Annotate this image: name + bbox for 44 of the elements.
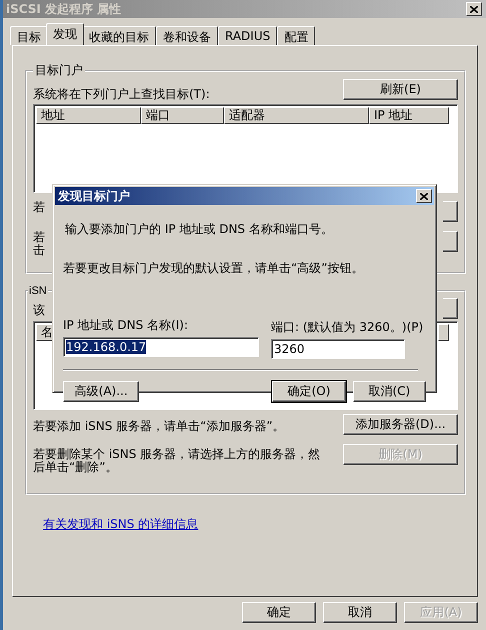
tab[interactable]: 发现 bbox=[46, 23, 84, 45]
close-button[interactable] bbox=[466, 2, 482, 16]
dialog-button[interactable]: 确定(O) bbox=[272, 381, 346, 402]
column-header[interactable]: 名 bbox=[36, 324, 53, 341]
ip-address-field[interactable]: 192.168.0.17 bbox=[63, 337, 259, 357]
dialog-button[interactable]: 取消(C) bbox=[352, 381, 426, 402]
field-label: 端口: (默认值为 3260。)(P) bbox=[271, 319, 424, 336]
dialog-button[interactable]: 高级(A)... bbox=[63, 381, 140, 402]
refresh-button[interactable]: 刷新(E) bbox=[343, 79, 458, 100]
column-header[interactable]: 端口 bbox=[141, 107, 224, 124]
footer-button[interactable]: 确定 bbox=[242, 602, 316, 623]
hint-text: 若要添加 iSNS 服务器，请单击“添加服务器”。 bbox=[33, 420, 285, 433]
tab[interactable]: 卷和设备 bbox=[156, 26, 218, 45]
close-button[interactable] bbox=[416, 189, 432, 203]
details-link[interactable]: 有关发现和 iSNS 的详细信息 bbox=[43, 516, 198, 533]
list-label: 系统将在下列门户上查找目标(T): bbox=[33, 86, 210, 103]
hint-text: 若 bbox=[33, 201, 45, 214]
tab[interactable]: 配置 bbox=[277, 26, 316, 45]
tab[interactable]: 收藏的目标 bbox=[82, 26, 156, 45]
footer-button[interactable]: 取消 bbox=[323, 602, 397, 623]
add-server-button[interactable]: 添加服务器(D)... bbox=[343, 414, 458, 435]
close-icon bbox=[420, 192, 428, 200]
column-header[interactable]: 地址 bbox=[36, 107, 141, 124]
dialog-title: 发现目标门户 bbox=[58, 188, 130, 204]
column-header[interactable]: IP 地址 bbox=[369, 107, 449, 124]
column-header[interactable]: 适配器 bbox=[224, 107, 369, 124]
close-icon bbox=[470, 6, 478, 12]
port-field[interactable]: 3260 bbox=[271, 339, 405, 359]
instruction-text: 若要更改目标门户发现的默认设置，请单击“高级”按钮。 bbox=[63, 260, 364, 277]
refresh-isns-button[interactable] bbox=[443, 298, 458, 319]
field-label: IP 地址或 DNS 名称(I): bbox=[63, 317, 189, 334]
remove-portal-button[interactable] bbox=[443, 231, 458, 252]
column-header[interactable] bbox=[438, 324, 449, 341]
add-portal-button[interactable] bbox=[443, 201, 458, 222]
list-label: 该 bbox=[33, 302, 45, 319]
hint-text: 若 bbox=[33, 231, 45, 244]
hint-text: 若要删除某个 iSNS 服务器，请选择上方的服务器，然后单击“删除”。 bbox=[33, 448, 322, 474]
hint-text: 击 bbox=[33, 244, 45, 257]
tab[interactable]: 目标 bbox=[10, 26, 48, 45]
group-title: iSN bbox=[28, 285, 48, 297]
group-title: 目标门户 bbox=[34, 62, 84, 79]
tab[interactable]: RADIUS bbox=[218, 26, 278, 45]
instruction-text: 输入要添加门户的 IP 地址或 DNS 名称和端口号。 bbox=[65, 221, 334, 238]
window-title: iSCSI 发起程序 属性 bbox=[6, 0, 122, 18]
